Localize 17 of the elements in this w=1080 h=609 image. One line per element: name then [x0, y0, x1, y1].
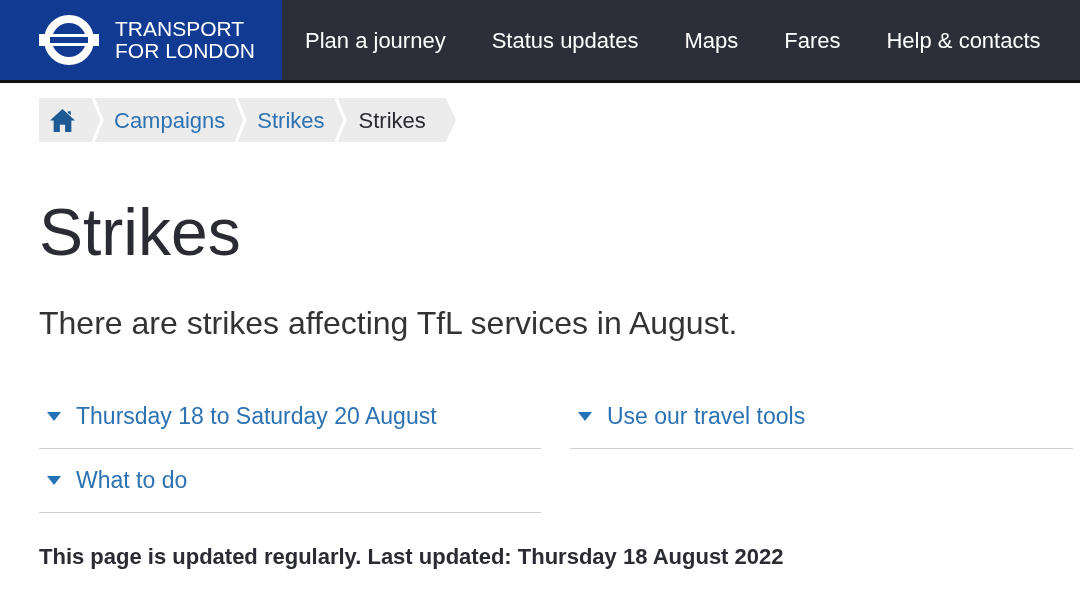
nav-link[interactable]: Status updates — [468, 23, 662, 57]
nav-link[interactable]: Maps — [661, 23, 762, 57]
intro-text: There are strikes affecting TfL services in August. — [39, 304, 739, 342]
accordion-toggle[interactable]: Use our travel tools — [570, 385, 1073, 449]
breadcrumb-link[interactable]: Campaigns — [104, 98, 236, 142]
accordion-toggle[interactable]: Thursday 18 to Saturday 20 August — [39, 385, 541, 449]
last-updated-text: This page is updated regularly. Last updated: Thursday 18 August 2022 — [39, 543, 785, 571]
roundel-logo-icon — [39, 15, 99, 65]
nav-link[interactable]: Fares — [761, 23, 864, 57]
accordion-toggle[interactable]: What to do — [39, 449, 541, 513]
breadcrumb-current: Strikes — [357, 106, 427, 135]
nav-link[interactable]: Plan a journey — [282, 23, 469, 57]
page-title: Strikes — [39, 194, 242, 270]
logo-link[interactable]: TRANSPORT FOR LONDON — [0, 0, 282, 80]
breadcrumb-link[interactable]: Strikes — [247, 98, 335, 142]
nav-link[interactable]: Help & contacts — [863, 23, 1064, 57]
home-icon — [50, 108, 75, 132]
